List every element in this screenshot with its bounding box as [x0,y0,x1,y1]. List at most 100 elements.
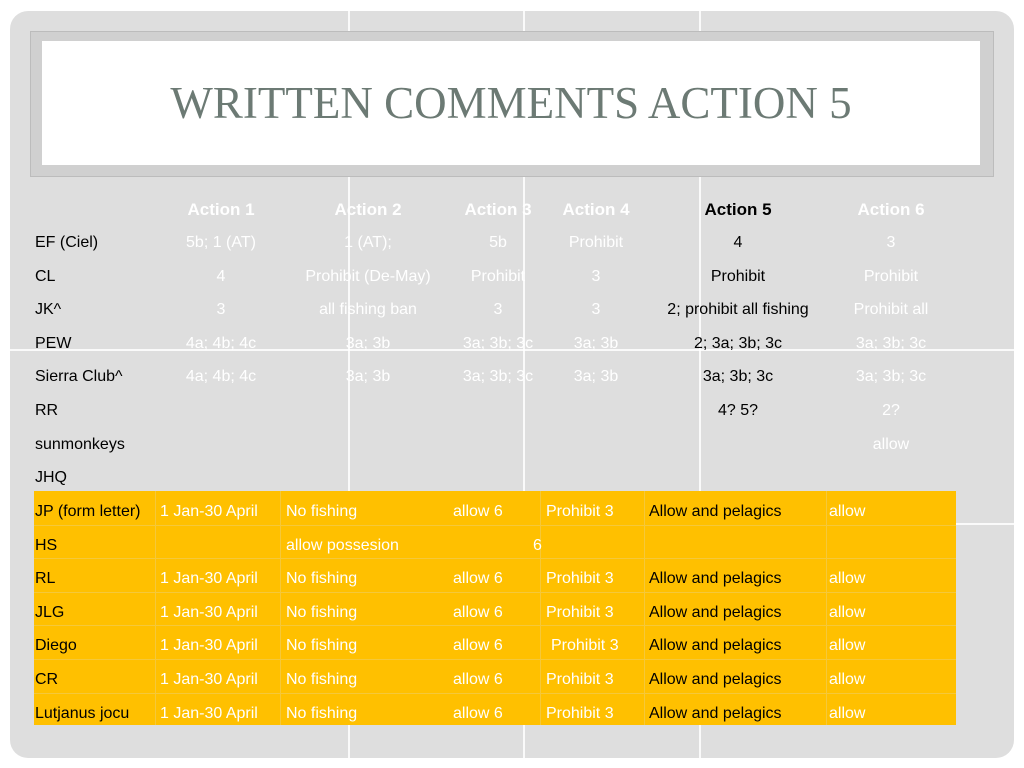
highlighted-cell-action-4: Prohibit 3 [546,704,614,722]
cell-action-1: 4a; 4b; 4c [185,334,257,352]
highlighted-row-label: HS [35,536,58,554]
cell-action-4: Prohibit [568,234,624,251]
row-label: EF (Ciel) [35,234,99,251]
cell-action-5: Prohibit [710,267,766,285]
highlighted-cell-action-6: allow [829,671,866,688]
cell-action-6: 3a; 3b; 3c [855,334,927,352]
column-header-action-5: Action 5 [704,200,772,219]
column-header-action-2: Action 2 [334,200,402,219]
cell-action-5: 4? 5? [717,402,759,419]
row-label: sunmonkeys [35,435,125,453]
highlighted-cell-action-1: 1 Jan-30 April [160,603,258,621]
highlighted-cell-action-2: No fishing [286,603,358,621]
slide-title: WRITTEN COMMENTS ACTION 5 [170,78,852,128]
highlighted-cell-action-6: allow [829,503,866,520]
cell-action-6: 2? [882,402,900,419]
highlighted-row-label: CR [35,671,59,688]
highlighted-cell-action-3: allow 6 [453,570,503,588]
highlighted-cell-action-5: Allow and pelagics [649,503,782,520]
table-gridline [34,659,956,660]
table-gridline [644,491,645,725]
highlighted-cell-action-3: 6 [533,536,542,554]
highlighted-row-label: Diego [35,637,77,655]
highlighted-cell-action-3: allow 6 [453,603,503,621]
highlighted-cell-action-6: allow [829,570,866,588]
highlighted-cell-action-1: 1 Jan-30 April [160,570,258,588]
highlighted-cell-action-4: Prohibit 3 [546,603,614,621]
highlighted-cell-action-4: Prohibit 3 [546,570,614,588]
highlighted-cell-action-5: Allow and pelagics [649,671,782,688]
table-gridline [155,491,156,725]
highlighted-cell-action-6: allow [829,603,866,621]
cell-action-2: 3a; 3b [345,368,391,386]
highlighted-cell-action-3: allow 6 [453,637,503,655]
cell-action-4: 3a; 3b [573,334,619,352]
row-label: JHQ [35,469,67,487]
highlighted-row-label: Lutjanus jocu [35,704,130,722]
highlighted-cell-action-2: allow possesion [286,536,399,554]
cell-action-5: 4 [733,234,743,251]
cell-action-4: 3a; 3b [573,368,619,386]
cell-action-3: 3a; 3b; 3c [462,368,534,386]
cell-action-2: Prohibit (De-May) [305,267,431,285]
cell-action-1: 3 [216,301,226,319]
highlighted-cell-action-1: 1 Jan-30 April [160,503,258,520]
table-gridline [34,591,956,593]
cell-action-5: 2; prohibit all fishing [667,301,809,319]
table-gridline [34,625,956,627]
highlighted-cell-action-5: Allow and pelagics [649,704,782,722]
cell-action-3: 3a; 3b; 3c [462,334,534,352]
cell-action-4: 3 [591,301,601,319]
table-gridline [280,491,281,725]
highlighted-row-label: JP (form letter) [35,503,141,520]
highlighted-row-label: JLG [35,603,65,621]
highlighted-cell-action-6: allow [829,637,866,655]
cell-action-5: 3a; 3b; 3c [702,368,774,386]
highlighted-cell-action-2: No fishing [286,704,358,722]
column-header-action-4: Action 4 [562,200,630,219]
highlighted-cell-action-2: No fishing [286,503,358,520]
column-header-action-6: Action 6 [857,200,925,219]
table-gridline [34,692,956,694]
highlighted-cell-action-3: allow 6 [453,503,503,520]
highlighted-cell-action-1: 1 Jan-30 April [160,637,258,655]
cell-action-1: 5b; 1 (AT) [186,234,256,251]
highlighted-cell-action-2: No fishing [286,570,358,588]
highlighted-cell-action-4: Prohibit 3 [546,503,614,520]
cell-action-4: 3 [591,267,601,285]
cell-action-1: 4a; 4b; 4c [185,368,257,386]
highlighted-cell-action-5: Allow and pelagics [649,570,782,588]
row-label: CL [35,267,56,285]
highlighted-row-label: RL [35,570,56,588]
cell-action-6: 3a; 3b; 3c [855,368,927,386]
highlighted-cell-action-4: Prohibit 3 [551,637,619,655]
row-label: PEW [35,334,72,352]
cell-action-2: 3a; 3b [345,334,391,352]
highlighted-cell-action-3: allow 6 [453,671,503,688]
cell-action-2: all fishing ban [319,301,417,319]
row-label: JK^ [35,301,62,319]
cell-action-2: 1 (AT); [344,234,392,251]
table-gridline [34,558,956,560]
table-gridline [826,491,827,725]
cell-action-3: Prohibit [470,267,526,285]
cell-action-3: 3 [493,301,503,319]
cell-action-6: 3 [886,234,896,251]
highlighted-cell-action-2: No fishing [286,637,358,655]
highlighted-cell-action-5: Allow and pelagics [649,637,782,655]
row-label: RR [35,402,59,419]
cell-action-6: Prohibit [863,267,919,285]
highlighted-cell-action-2: No fishing [286,671,358,688]
table-gridline [34,524,956,526]
highlighted-cell-action-5: Allow and pelagics [649,603,782,621]
highlighted-cell-action-4: Prohibit 3 [546,671,614,688]
highlighted-cell-action-1: 1 Jan-30 April [160,671,258,688]
cell-action-1: 4 [216,267,226,285]
cell-action-6: Prohibit all [853,301,929,319]
highlighted-cell-action-1: 1 Jan-30 April [160,704,258,722]
decor-line [956,523,1014,525]
cell-action-5: 2; 3a; 3b; 3c [693,334,783,352]
column-header-action-3: Action 3 [464,200,532,219]
column-header-action-1: Action 1 [187,200,255,219]
highlighted-cell-action-6: allow [829,704,866,722]
